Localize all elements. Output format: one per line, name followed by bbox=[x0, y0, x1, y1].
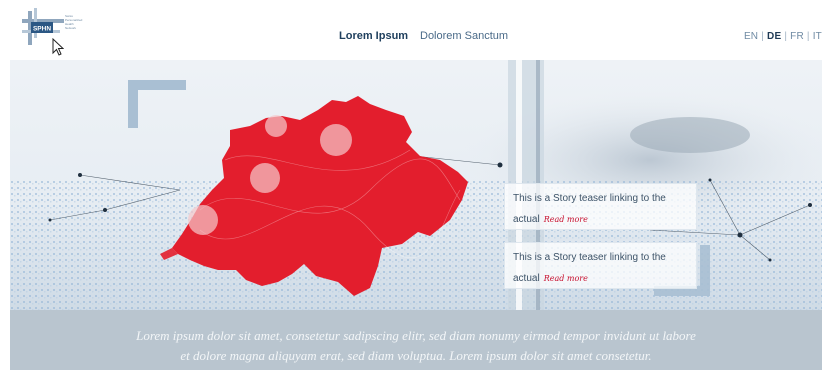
hero-banner: This is a Story teaser linking to the ac… bbox=[10, 60, 822, 310]
read-more-link[interactable]: Read more bbox=[544, 215, 588, 224]
intro-text: Lorem ipsum dolor sit amet, consetetur s… bbox=[10, 326, 822, 366]
lang-fr[interactable]: FR bbox=[790, 31, 804, 42]
lang-separator: | bbox=[761, 31, 765, 42]
logo-tagline-line: Network bbox=[65, 26, 77, 30]
teaser-text: This is a Story teaser linking to the ac… bbox=[513, 193, 666, 225]
hero-illustration bbox=[10, 60, 822, 310]
mouse-cursor-icon bbox=[52, 38, 64, 56]
story-teaser[interactable]: This is a Story teaser linking to the ac… bbox=[504, 242, 697, 289]
intro-text-line: et dolore magna aliquyam erat, sed diam … bbox=[180, 348, 652, 363]
intro-band: Lorem ipsum dolor sit amet, consetetur s… bbox=[10, 310, 822, 370]
lang-separator: | bbox=[806, 31, 810, 42]
nav-item-lorem-ipsum[interactable]: Lorem Ipsum bbox=[339, 30, 408, 42]
language-switcher: EN | DE | FR | IT bbox=[744, 31, 822, 42]
lang-en[interactable]: EN bbox=[744, 31, 758, 42]
read-more-link[interactable]: Read more bbox=[544, 274, 588, 283]
story-teaser[interactable]: This is a Story teaser linking to the ac… bbox=[504, 183, 697, 230]
intro-text-line: Lorem ipsum dolor sit amet, consetetur s… bbox=[136, 328, 696, 343]
site-header: SPHN Swiss Personalized Health Network L… bbox=[0, 0, 822, 60]
logo-text: SPHN bbox=[33, 26, 51, 33]
blurred-eye-shape bbox=[630, 117, 750, 153]
teaser-text: This is a Story teaser linking to the ac… bbox=[513, 252, 666, 284]
lang-it[interactable]: IT bbox=[813, 31, 822, 42]
nav-item-dolorem-sanctum[interactable]: Dolorem Sanctum bbox=[420, 30, 508, 42]
lang-separator: | bbox=[784, 31, 788, 42]
lang-de[interactable]: DE bbox=[767, 31, 781, 42]
